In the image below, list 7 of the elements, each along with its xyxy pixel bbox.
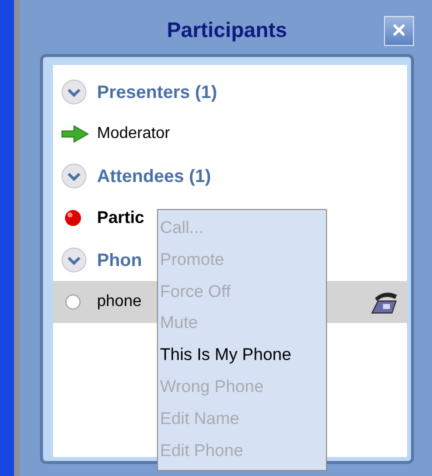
group-header: Presenters (1) — [97, 82, 218, 102]
panel-title: Participants — [166, 19, 288, 43]
group-header: Phon — [97, 250, 142, 270]
participant-name: phone — [97, 293, 142, 311]
group-header: Attendees (1) — [97, 166, 212, 186]
participant-name: Partic — [97, 208, 144, 228]
participant-name: Moderator — [97, 125, 170, 143]
